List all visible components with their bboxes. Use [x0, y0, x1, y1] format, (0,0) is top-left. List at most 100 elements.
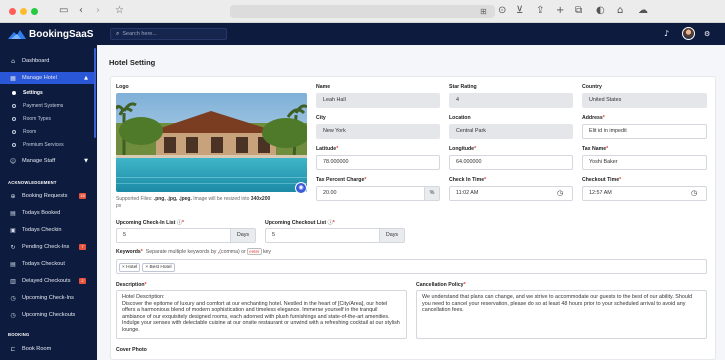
clock-icon: ◷: [10, 294, 16, 302]
sidebar-item-dashboard[interactable]: ⌂ Dashboard: [0, 55, 94, 67]
avatar[interactable]: [682, 27, 695, 40]
cloud-icon[interactable]: ☁: [638, 5, 648, 17]
minimize-window-button[interactable]: [20, 8, 27, 15]
sidebar-item-upcoming-check-ins[interactable]: ◷ Upcoming Check-Ins: [0, 292, 94, 304]
shield-icon[interactable]: ◐: [596, 5, 605, 17]
bell-icon[interactable]: ♪: [664, 29, 669, 39]
close-window-button[interactable]: [9, 8, 16, 15]
submenu-label: Premium Services: [23, 142, 64, 148]
sidebar-item-label: Pending Check-Ins: [22, 244, 70, 250]
bullet-icon: [12, 117, 16, 121]
sidebar-item-todays-checkin[interactable]: ▣ Todays Checkin: [0, 224, 94, 236]
upcoming-checkin-label-text: Upcoming Check-In List: [116, 220, 176, 226]
zoom-window-button[interactable]: [31, 8, 38, 15]
keywords-input[interactable]: × Hotel × Best Hotel: [116, 259, 707, 274]
back-icon[interactable]: ‹: [79, 5, 83, 17]
star-rating-field[interactable]: 4: [449, 93, 573, 108]
sidebar-item-todays-checkout[interactable]: ▤ Todays Checkout: [0, 258, 94, 270]
submenu-item-room[interactable]: Room: [0, 126, 94, 138]
keywords-hint-b: (comma) or: [219, 249, 248, 255]
description-textarea[interactable]: Hotel Description: Discover the epitome …: [116, 290, 407, 339]
sidebar-item-book-room[interactable]: ⊏ Book Room: [0, 343, 94, 355]
upcoming-checkin-field[interactable]: 5: [116, 228, 231, 243]
required-mark: *: [474, 146, 477, 152]
sidebar-toggle-icon[interactable]: ▭: [59, 5, 68, 17]
sidebar-item-manage-hotel[interactable]: ▦ Manage Hotel ▲: [0, 72, 94, 84]
home-icon[interactable]: ⌂: [617, 5, 623, 17]
logo-image[interactable]: [116, 93, 307, 192]
sidebar-item-label: Upcoming Check-Ins: [22, 295, 74, 301]
keyword-chip-label: Hotel: [126, 265, 138, 270]
keywords-hint-a: Separate multiple keywords by: [145, 249, 218, 255]
sidebar-scrollbar[interactable]: [94, 48, 96, 138]
logo-hint-prefix: Supported Files:: [116, 196, 154, 202]
country-label: Country: [582, 84, 602, 90]
latitude-label-text: Latitude: [316, 146, 337, 152]
bookmark-star-icon[interactable]: ☆: [115, 5, 124, 17]
upcoming-checkout-field[interactable]: 5: [265, 228, 380, 243]
required-mark: *: [484, 177, 487, 183]
chevron-up-icon: ▲: [84, 75, 88, 81]
play-circle-icon[interactable]: ⊙: [498, 5, 506, 17]
share-icon[interactable]: ⇪: [536, 5, 544, 17]
longitude-field[interactable]: 64.000000: [449, 155, 573, 170]
address-bar[interactable]: ⊞: [230, 5, 495, 18]
forward-icon[interactable]: ›: [96, 5, 100, 17]
days-addon: Days: [231, 228, 256, 243]
sidebar-item-manage-staff[interactable]: ☺ Manage Staff ▼: [0, 155, 94, 167]
required-mark: *: [602, 115, 605, 121]
keywords-hint-c: key: [261, 249, 272, 255]
upload-camera-button[interactable]: ◉: [295, 182, 307, 194]
submenu-item-premium-services[interactable]: Premium Services: [0, 139, 94, 151]
logo-hint-suffix: px: [116, 203, 122, 209]
submenu-item-settings[interactable]: Settings: [0, 87, 94, 99]
description-label-text: Description: [116, 282, 145, 288]
cancellation-policy-label: Cancellation Policy*: [416, 282, 466, 288]
clock-icon[interactable]: ◷: [691, 189, 697, 198]
city-field[interactable]: New York: [316, 124, 440, 139]
longitude-label: Longitude*: [449, 146, 476, 152]
clock-icon[interactable]: ◷: [557, 189, 563, 198]
submenu-item-payment-systems[interactable]: Payment Systems: [0, 100, 94, 112]
sidebar-item-label: Upcoming Checkouts: [22, 312, 76, 318]
latitude-field[interactable]: 78.000000: [316, 155, 440, 170]
translate-icon[interactable]: ⊞: [480, 5, 487, 18]
search-input[interactable]: ⌕ Search here...: [110, 28, 227, 40]
app-header: BookingSaaS ⌕ Search here... ♪ ⚙: [0, 23, 725, 45]
chevron-down-icon: ▼: [84, 158, 88, 164]
brand-logo[interactable]: BookingSaaS: [8, 23, 93, 45]
name-field[interactable]: Leah Hall: [316, 93, 440, 108]
submenu-label: Room: [23, 129, 37, 135]
submenu-item-room-types[interactable]: Room Types: [0, 113, 94, 125]
country-field[interactable]: United States: [582, 93, 707, 108]
keyword-chip[interactable]: × Best Hotel: [142, 263, 175, 272]
keyword-chip[interactable]: × Hotel: [119, 263, 141, 272]
brand-mountain-icon: [8, 29, 26, 39]
tabs-overview-icon[interactable]: ⧉: [575, 5, 582, 17]
tax-name-label: Tax Name*: [582, 146, 608, 152]
checkout-time-field[interactable]: 12:57 AM: [582, 186, 707, 201]
new-tab-icon[interactable]: +: [556, 5, 564, 17]
check-in-time-field[interactable]: 11:02 AM: [449, 186, 573, 201]
submenu-label: Payment Systems: [23, 103, 64, 109]
sidebar-item-upcoming-checkouts[interactable]: ◷ Upcoming Checkouts: [0, 309, 94, 321]
upcoming-checkout-label-text: Upcoming Checkout List: [265, 220, 327, 226]
required-mark: *: [182, 220, 185, 226]
calendar-icon: ▤: [10, 209, 16, 217]
cart-icon: ⊕: [10, 192, 16, 200]
checkout-time-label-text: Checkout Time: [582, 177, 620, 183]
sidebar-item-label: Todays Checkin: [22, 227, 62, 233]
logo-hint-size: 340x200: [250, 196, 271, 202]
required-mark: *: [332, 220, 335, 226]
tax-percent-field[interactable]: 20.00: [316, 186, 425, 201]
sidebar: ⌂ Dashboard ▦ Manage Hotel ▲ Settings Paym…: [0, 45, 97, 360]
sidebar-item-label: Dashboard: [22, 58, 50, 64]
cancellation-policy-textarea[interactable]: We understand that plans can change, and…: [416, 290, 707, 339]
gear-icon[interactable]: ⚙: [704, 29, 710, 39]
tax-name-field[interactable]: Yoshi Baker: [582, 155, 707, 170]
sidebar-item-todays-booked[interactable]: ▤ Todays Booked: [0, 207, 94, 219]
address-field[interactable]: Elit id in impedit: [582, 124, 707, 139]
download-icon[interactable]: ⊻: [516, 5, 523, 17]
location-field[interactable]: Central Park: [449, 124, 573, 139]
booking-requests-badge: 18: [79, 193, 86, 199]
